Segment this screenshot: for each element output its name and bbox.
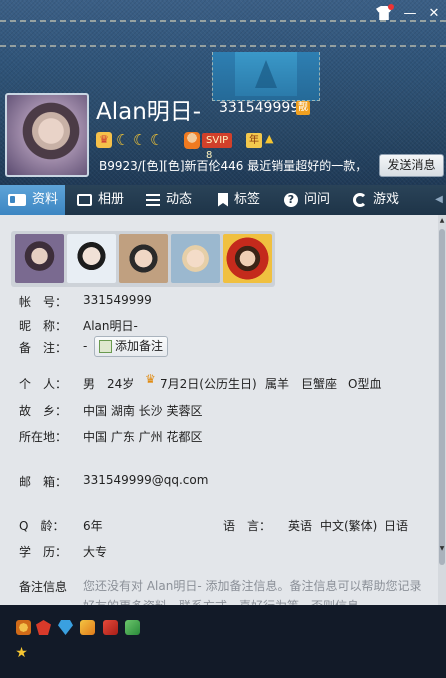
constellation-value: 巨蟹座 xyxy=(301,377,338,391)
profile-details-panel: 帐 号： 331549999 昵 称： Alan明日- 备 注： - 添加备注 … xyxy=(0,215,438,605)
hometown-label: 故 乡： xyxy=(19,404,68,418)
tab-tags[interactable]: 标签 xyxy=(218,185,260,215)
photo-thumbnail[interactable] xyxy=(119,234,168,283)
hometown-value: 中国 湖南 长沙 芙蓉区 xyxy=(83,404,203,418)
moon-level-icon[interactable]: ☾ xyxy=(133,132,146,148)
svip-badge[interactable]: SVIP 8 xyxy=(202,133,233,161)
photo-album-icon xyxy=(77,193,92,206)
photo-thumbnail[interactable] xyxy=(171,234,220,283)
qq-number: 331549999 xyxy=(219,100,300,116)
denim-stitch-bottom xyxy=(0,45,446,47)
tab-questions[interactable]: ? 问问 xyxy=(284,185,330,215)
denim-pocket-decoration xyxy=(212,52,320,101)
add-remark-button[interactable]: 添加备注 xyxy=(94,336,169,357)
account-label: 帐 号： xyxy=(19,295,68,309)
svip-year-badge[interactable]: 年 xyxy=(246,133,262,148)
game-icon xyxy=(353,192,367,207)
red-diamond-icon[interactable] xyxy=(36,620,51,635)
education-label: 学 历： xyxy=(19,545,68,559)
note-edit-icon xyxy=(99,340,112,353)
profile-header: — ✕ Alan明日- 331549999 靓 ♛ ☾ ☾ ☾ SVIP 8 年… xyxy=(0,0,446,185)
qq-age-label: Q 龄： xyxy=(19,519,65,533)
svip-character-icon[interactable] xyxy=(184,132,200,149)
scroll-up-arrow-icon[interactable]: ▲ xyxy=(438,217,446,225)
avatar[interactable] xyxy=(5,93,89,177)
profile-window: — ✕ Alan明日- 331549999 靓 ♛ ☾ ☾ ☾ SVIP 8 年… xyxy=(0,0,446,678)
nickname-value: Alan明日- xyxy=(83,319,138,333)
birthday-value: 7月2日(公历生日) xyxy=(160,377,257,391)
minimize-button[interactable]: — xyxy=(401,6,419,21)
tab-label: 资料 xyxy=(32,192,59,207)
personal-label: 个 人： xyxy=(19,377,68,391)
send-message-button[interactable]: 发送消息 xyxy=(379,154,444,177)
level-up-arrow-icon: ▲ xyxy=(265,132,274,145)
yellow-diamond-level-icon[interactable] xyxy=(80,620,95,635)
language-label: 语 言： xyxy=(223,519,272,533)
tab-label: 标签 xyxy=(234,192,261,207)
content-scrollbar[interactable]: ▲ ▼ xyxy=(438,215,446,605)
moon-level-icon[interactable]: ☾ xyxy=(150,132,163,148)
nickname-label: 昵 称： xyxy=(19,319,68,333)
photo-thumbnail[interactable] xyxy=(223,234,272,283)
svip-service-icon[interactable] xyxy=(16,620,31,635)
photo-thumbnail[interactable] xyxy=(67,234,116,283)
id-card-icon xyxy=(8,193,26,206)
tab-profile[interactable]: 资料 xyxy=(0,185,65,215)
tab-feed[interactable]: 动态 xyxy=(146,185,192,215)
education-value: 大专 xyxy=(83,545,108,559)
tab-label: 动态 xyxy=(166,192,193,207)
tab-label: 相册 xyxy=(98,192,125,207)
remark-info-label: 备注信息 xyxy=(19,580,68,594)
tab-games[interactable]: 游戏 xyxy=(353,185,399,215)
profile-name: Alan明日- xyxy=(96,99,202,125)
tab-album[interactable]: 相册 xyxy=(77,185,124,215)
profile-tab-bar: 资料 相册 动态 标签 ? 问问 游戏 ◀ xyxy=(0,185,446,215)
language-value: 中文(繁体) xyxy=(320,519,378,533)
feed-list-icon xyxy=(146,193,160,206)
scroll-down-arrow-icon[interactable]: ▼ xyxy=(438,545,446,553)
signature-text[interactable]: B9923/[色][色]新百伦446 最近销量超好的一款， xyxy=(99,157,375,175)
blue-diamond-icon[interactable] xyxy=(58,620,73,635)
bookmark-icon xyxy=(218,192,228,207)
remark-info-text: 您还没有对 Alan明日- 添加备注信息。备注信息可以帮助您记录好友的更多资料，… xyxy=(83,579,422,605)
remark-label: 备 注： xyxy=(19,341,68,355)
notification-dot xyxy=(388,4,394,10)
photo-strip xyxy=(11,231,275,287)
tab-label: 游戏 xyxy=(373,192,400,207)
email-label: 邮 箱： xyxy=(19,475,68,489)
question-icon: ? xyxy=(284,192,298,207)
blood-type-value: O型血 xyxy=(348,377,382,391)
language-value: 英语 xyxy=(288,519,313,533)
crown-level-icon[interactable]: ♛ xyxy=(96,132,112,148)
star-icon[interactable]: ★ xyxy=(14,646,29,661)
language-value: 日语 xyxy=(384,519,409,533)
scroll-thumb[interactable] xyxy=(439,229,445,565)
remark-value: - xyxy=(83,339,88,353)
gender-value: 男 xyxy=(83,377,96,391)
photo-thumbnail[interactable] xyxy=(15,234,64,283)
green-diamond-level-icon[interactable] xyxy=(125,620,140,635)
email-value[interactable]: 331549999@qq.com xyxy=(83,473,208,487)
add-remark-label: 添加备注 xyxy=(115,339,164,353)
birthday-crown-icon: ♛ xyxy=(145,372,156,386)
location-value: 中国 广东 广州 花都区 xyxy=(83,430,203,444)
moon-level-icon[interactable]: ☾ xyxy=(116,132,129,148)
tab-label: 问问 xyxy=(304,192,331,207)
age-value: 24岁 xyxy=(107,377,135,391)
liang-number-badge: 靓 xyxy=(296,101,310,115)
denim-stitch-top xyxy=(0,20,446,22)
tab-scroll-right-icon[interactable]: ◀ xyxy=(432,185,446,215)
close-button[interactable]: ✕ xyxy=(425,6,443,21)
account-value: 331549999 xyxy=(83,293,152,307)
red-diamond-level-icon[interactable] xyxy=(103,620,118,635)
qq-age-value: 6年 xyxy=(83,519,103,533)
service-badge-bar: ★ xyxy=(0,605,446,678)
zodiac-value: 属羊 xyxy=(265,377,290,391)
location-label: 所在地： xyxy=(19,430,68,444)
